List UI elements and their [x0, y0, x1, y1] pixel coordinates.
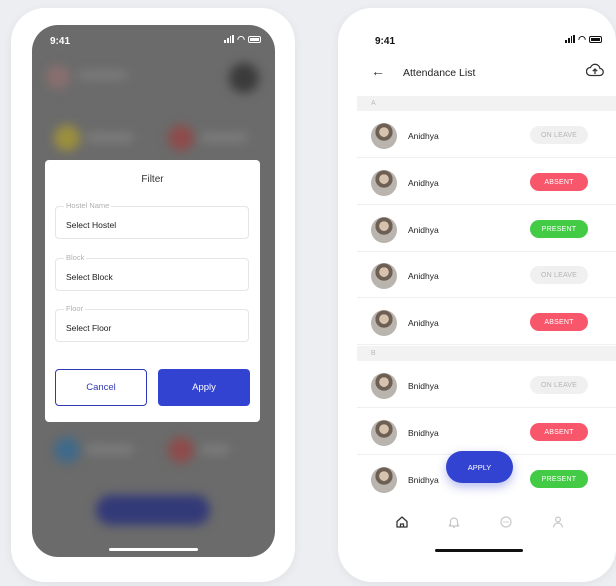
battery-icon — [589, 35, 602, 43]
floor-value: Select Floor — [66, 323, 112, 333]
status-badge[interactable]: ON LEAVE — [530, 126, 588, 144]
filter-title: Filter — [141, 174, 164, 185]
block-label: Block — [64, 253, 87, 262]
filter-dialog: Filter Hostel Name Select Hostel Block S… — [45, 160, 260, 422]
wifi-icon: ◠ — [578, 34, 586, 44]
apply-fab-button[interactable]: APPLY — [446, 451, 513, 483]
status-badge[interactable]: ON LEAVE — [530, 376, 588, 394]
status-badge[interactable]: PRESENT — [530, 220, 588, 238]
student-name: Anidhya — [408, 178, 439, 188]
avatar — [371, 373, 397, 399]
student-name: Anidhya — [408, 271, 439, 281]
bottom-tab-bar — [357, 503, 616, 543]
avatar — [371, 217, 397, 243]
hostel-name-label: Hostel Name — [64, 201, 112, 210]
student-name: Anidhya — [408, 225, 439, 235]
status-badge[interactable]: PRESENT — [530, 470, 588, 488]
attendance-row[interactable]: Bnidhya ON LEAVE — [357, 362, 616, 408]
avatar — [371, 467, 397, 493]
status-icons: ◠ — [224, 34, 261, 44]
bell-icon[interactable] — [443, 511, 465, 533]
hostel-name-select[interactable]: Hostel Name Select Hostel — [55, 201, 249, 239]
status-badge[interactable]: ON LEAVE — [530, 266, 588, 284]
user-icon[interactable] — [547, 511, 569, 533]
floor-select[interactable]: Floor Select Floor — [55, 304, 249, 342]
avatar — [371, 420, 397, 446]
student-name: Anidhya — [408, 318, 439, 328]
status-bar: 9:41 ◠ — [32, 25, 275, 53]
attendance-row[interactable]: Bnidhya ABSENT — [357, 409, 616, 455]
status-time: 9:41 — [50, 36, 71, 47]
avatar — [371, 170, 397, 196]
floor-label: Floor — [64, 304, 86, 313]
apply-button[interactable]: Apply — [158, 369, 250, 406]
home-indicator — [109, 548, 198, 551]
student-name: Anidhya — [408, 131, 439, 141]
signal-icon — [224, 35, 235, 43]
block-value: Select Block — [66, 272, 113, 282]
signal-icon — [565, 35, 576, 43]
block-select[interactable]: Block Select Block — [55, 253, 249, 291]
hostel-name-value: Select Hostel — [66, 220, 117, 230]
battery-icon — [248, 35, 261, 43]
status-badge[interactable]: ABSENT — [530, 173, 588, 191]
student-name: Bnidhya — [408, 475, 439, 485]
back-arrow-icon[interactable]: ← — [371, 63, 385, 79]
avatar — [371, 263, 397, 289]
student-name: Bnidhya — [408, 381, 439, 391]
app-bar: ← Attendance List — [357, 53, 616, 95]
status-badge[interactable]: ABSENT — [530, 423, 588, 441]
chat-icon[interactable] — [495, 511, 517, 533]
status-bar: 9:41 ◠ — [357, 25, 616, 53]
cloud-upload-icon[interactable] — [585, 63, 604, 82]
attendance-row[interactable]: Anidhya ABSENT — [357, 159, 616, 205]
student-name: Bnidhya — [408, 428, 439, 438]
home-icon[interactable] — [391, 511, 413, 533]
cancel-button[interactable]: Cancel — [55, 369, 147, 406]
avatar — [371, 123, 397, 149]
status-badge[interactable]: ABSENT — [530, 313, 588, 331]
attendance-row[interactable]: Anidhya ON LEAVE — [357, 252, 616, 298]
status-time: 9:41 — [375, 36, 396, 47]
section-header-b: B — [357, 346, 616, 361]
section-header-a: A — [357, 96, 616, 111]
attendance-row[interactable]: Anidhya ABSENT — [357, 299, 616, 345]
attendance-row[interactable]: Anidhya PRESENT — [357, 206, 616, 252]
status-icons: ◠ — [565, 34, 602, 44]
wifi-icon: ◠ — [237, 34, 245, 44]
attendance-row[interactable]: Anidhya ON LEAVE — [357, 112, 616, 158]
avatar — [371, 310, 397, 336]
page-title: Attendance List — [403, 67, 476, 79]
home-indicator — [435, 549, 523, 552]
